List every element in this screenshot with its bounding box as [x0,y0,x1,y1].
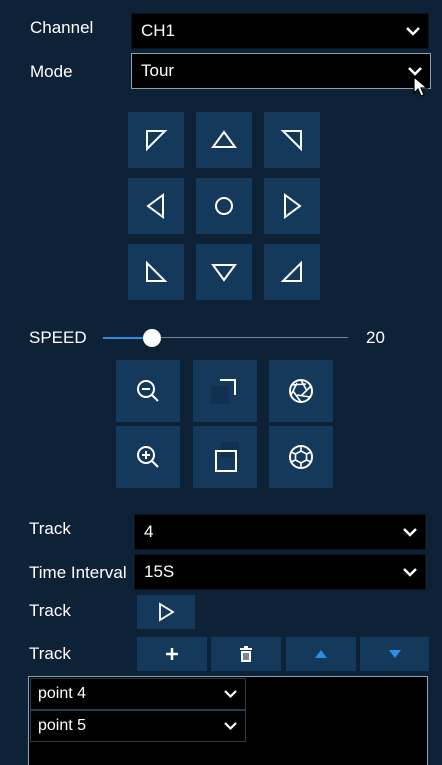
point-label: point 4 [38,685,87,702]
plus-icon [166,648,178,660]
ptz-center-button[interactable] [196,178,252,234]
speed-slider-thumb[interactable] [143,329,161,347]
channel-select[interactable]: CH1 [131,13,429,49]
mode-value: Tour [141,61,175,80]
mode-select[interactable]: Tour [131,53,431,89]
speed-value: 20 [366,328,385,347]
track-count-select[interactable]: 4 [134,514,426,550]
pan-up-right-button[interactable] [264,112,320,168]
time-interval-value: 15S [144,562,175,581]
time-interval-label: Time Interval [29,563,127,582]
speed-slider[interactable] [103,326,348,350]
point-label: point 5 [38,717,87,734]
speed-label: SPEED [29,328,87,347]
mouse-cursor-icon [413,76,429,97]
focus-far-icon [211,379,236,404]
track-points-list: point 4 point 5 [28,676,428,765]
aperture-icon [289,445,313,469]
track-count-value: 4 [144,522,154,541]
channel-value: CH1 [141,21,176,40]
caret-up-icon [315,650,327,658]
chevron-down-icon [215,711,245,741]
chevron-down-icon [215,679,245,709]
list-item[interactable]: point 5 [30,710,246,742]
tilt-up-button[interactable] [196,112,252,168]
arrow-right-icon [284,193,302,219]
arrow-down-icon [211,264,237,282]
channel-label: Channel [30,18,94,37]
track-edit-label: Track [29,644,71,663]
list-item[interactable]: point 4 [30,678,246,710]
arrow-up-icon [211,130,237,148]
focus-far-button[interactable] [193,360,257,422]
mode-label: Mode [30,62,73,81]
chevron-down-icon [398,14,428,48]
play-track-button[interactable] [137,595,195,629]
time-interval-select[interactable]: 15S [134,554,426,590]
zoom-in-button[interactable] [116,426,180,488]
tilt-down-button[interactable] [196,244,252,300]
add-point-button[interactable] [137,637,207,671]
zoom-out-button[interactable] [116,360,180,422]
pan-left-button[interactable] [128,178,184,234]
move-point-down-button[interactable] [360,637,429,671]
move-point-up-button[interactable] [286,637,356,671]
iris-open-button[interactable] [269,360,333,422]
pan-down-right-button[interactable] [264,244,320,300]
caret-down-icon [388,650,401,658]
aperture-icon [289,379,313,403]
pan-right-button[interactable] [264,178,320,234]
circle-icon [215,197,233,215]
arrow-down-right-icon [280,260,302,282]
focus-near-icon [215,442,239,472]
iris-close-button[interactable] [269,426,333,488]
track-count-label: Track [29,519,71,538]
focus-near-button[interactable] [193,426,257,488]
chevron-down-icon [395,555,425,589]
pan-down-left-button[interactable] [128,244,184,300]
trash-icon [240,646,252,662]
pan-up-left-button[interactable] [128,112,184,168]
arrow-down-left-icon [146,260,168,282]
chevron-down-icon [395,515,425,549]
zoom-in-icon [137,446,159,468]
track-play-label: Track [29,601,71,620]
arrow-up-right-icon [280,130,302,152]
delete-point-button[interactable] [211,637,281,671]
zoom-out-icon [137,380,159,402]
play-icon [159,602,175,622]
arrow-left-icon [146,193,164,219]
arrow-up-left-icon [146,130,168,152]
